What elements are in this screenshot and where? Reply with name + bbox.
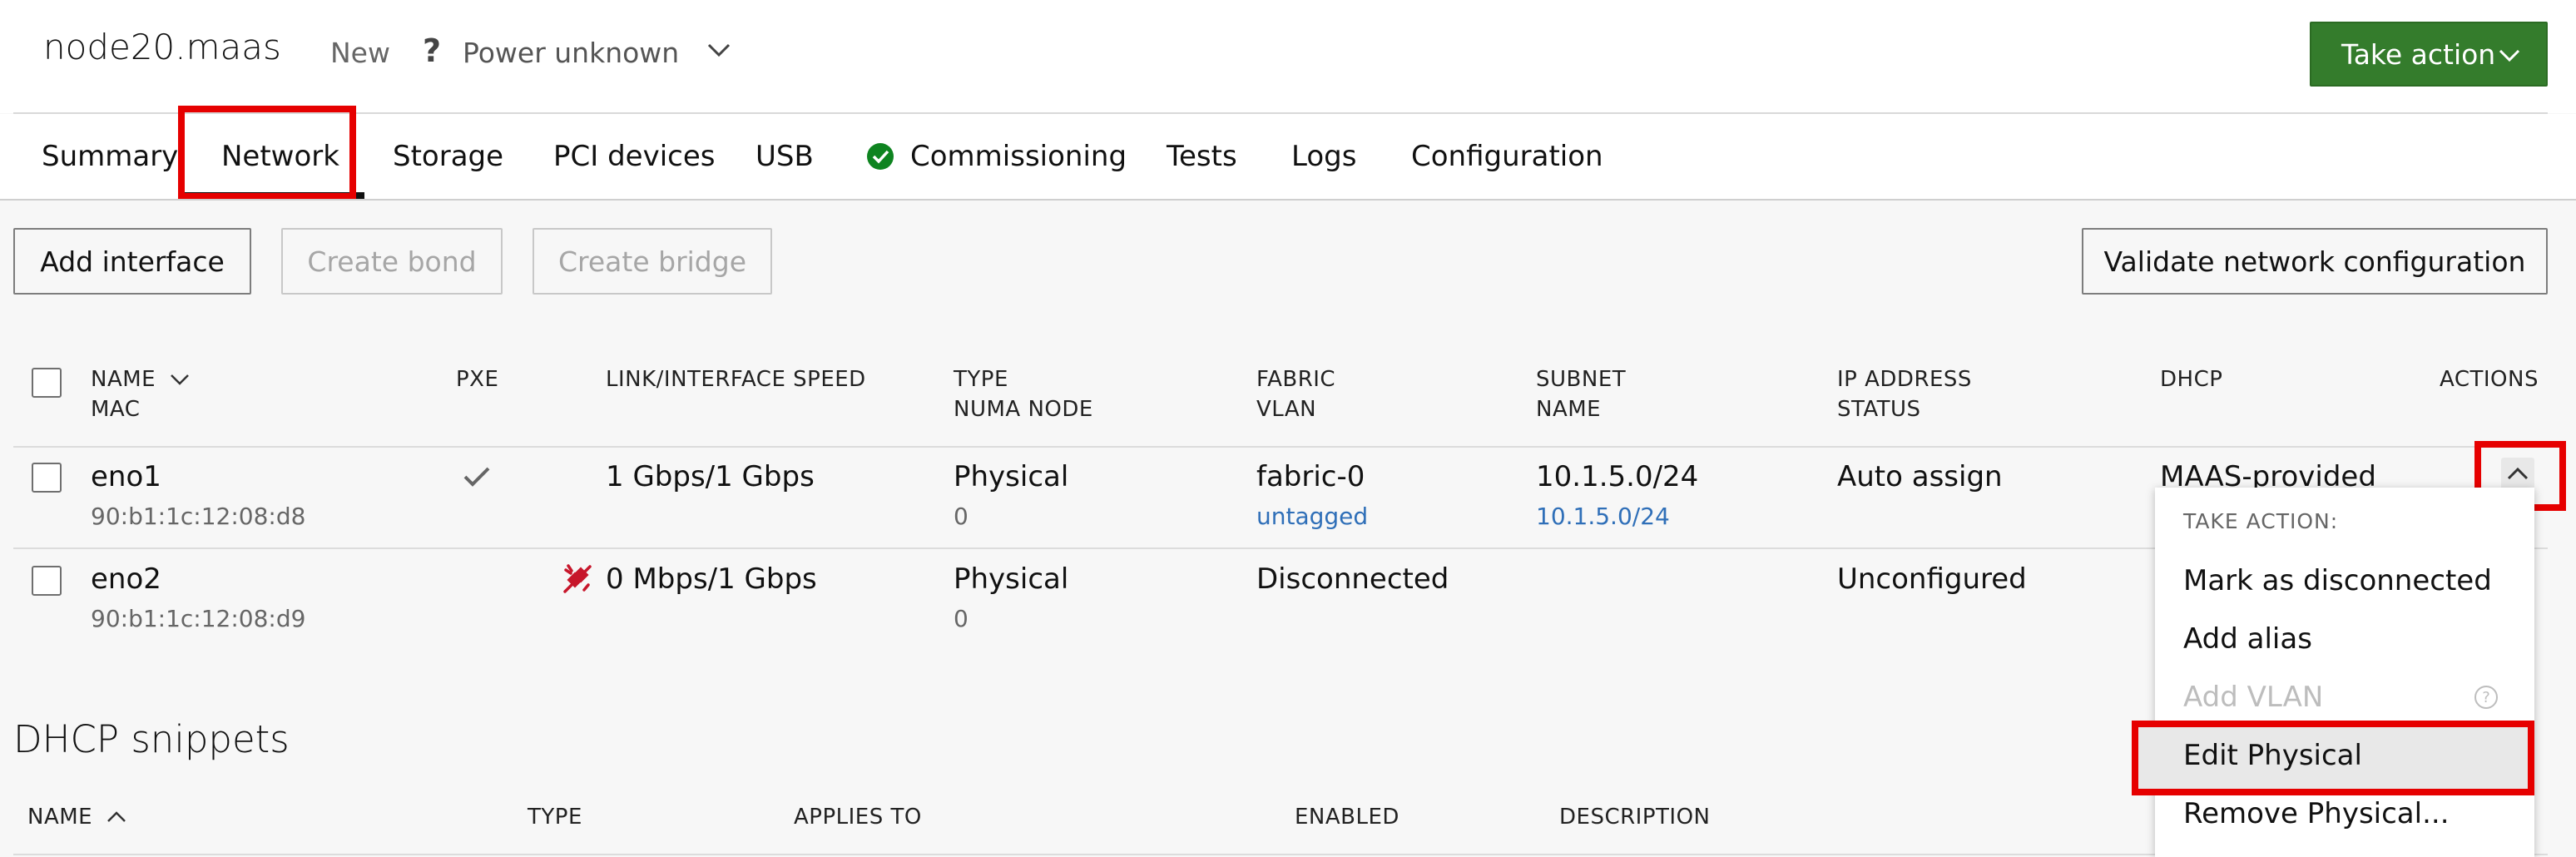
tab-logs[interactable]: Logs: [1291, 140, 1356, 173]
snippets-column-header-description: DESCRIPTION: [1559, 805, 1711, 830]
edit-physical-highlight: [2132, 721, 2534, 795]
svg-text:?: ?: [2482, 689, 2490, 706]
tab-commissioning[interactable]: Commissioning: [910, 140, 1127, 173]
disconnected-plug-icon: [563, 564, 592, 593]
add-interface-button[interactable]: Add interface: [13, 228, 251, 295]
table-header-divider: [13, 446, 2548, 448]
column-header-actions: ACTIONS: [2440, 367, 2539, 392]
column-header-vlan: VLAN: [1256, 397, 1317, 422]
take-action-label: Take action: [2341, 37, 2496, 71]
sort-chevron-down-icon: [170, 374, 189, 385]
fabric: fabric-0: [1256, 460, 1365, 493]
column-header-ip-address: IP ADDRESS: [1837, 367, 1972, 392]
sort-chevron-up-icon: [107, 811, 126, 822]
numa-node: 0: [954, 605, 968, 632]
ip-address: Unconfigured: [1837, 562, 2027, 596]
pxe-check-icon: [463, 467, 490, 487]
take-action-button[interactable]: Take action: [2310, 22, 2548, 87]
snippets-column-header-enabled: ENABLED: [1295, 805, 1399, 830]
check-circle-icon: [867, 143, 894, 170]
column-header-speed: LINK/INTERFACE SPEED: [606, 367, 866, 392]
power-unknown-icon: ?: [423, 32, 442, 69]
column-header-fabric: FABRIC: [1256, 367, 1336, 392]
fabric: Disconnected: [1256, 562, 1449, 596]
interface-name: eno2: [91, 562, 161, 596]
tab-bar: [0, 114, 2576, 201]
snippets-column-header-applies-to: APPLIES TO: [794, 805, 922, 830]
dropdown-header: TAKE ACTION:: [2183, 509, 2339, 533]
tab-tests[interactable]: Tests: [1167, 140, 1237, 173]
subnet: 10.1.5.0/24: [1536, 460, 1699, 493]
tab-storage[interactable]: Storage: [393, 140, 503, 173]
link-speed: 0 Mbps/1 Gbps: [606, 562, 817, 596]
vlan-link[interactable]: untagged: [1256, 503, 1368, 530]
menu-item-add-alias[interactable]: Add alias: [2183, 622, 2312, 656]
create-bridge-button[interactable]: Create bridge: [533, 228, 772, 295]
column-header-numa: NUMA NODE: [954, 397, 1093, 422]
node-status: New: [330, 37, 390, 69]
tab-bar-divider: [0, 199, 2576, 201]
tab-pci-devices[interactable]: PCI devices: [553, 140, 715, 173]
column-header-name[interactable]: NAME: [91, 364, 190, 394]
interface-type: Physical: [954, 562, 1069, 596]
interface-type: Physical: [954, 460, 1069, 493]
power-menu-chevron-down-icon[interactable]: [706, 42, 731, 58]
validate-network-configuration-button[interactable]: Validate network configuration: [2082, 228, 2548, 295]
column-header-type: TYPE: [954, 367, 1008, 392]
tab-summary[interactable]: Summary: [42, 140, 178, 173]
menu-item-mark-as-disconnected[interactable]: Mark as disconnected: [2183, 564, 2492, 597]
column-header-subnet: SUBNET: [1536, 367, 1627, 392]
menu-item-add-vlan[interactable]: Add VLAN: [2183, 681, 2323, 714]
node-title: node20.maas: [43, 27, 281, 67]
interface-mac: 90:b1:1c:12:08:d8: [91, 503, 306, 530]
interface-name: eno1: [91, 460, 161, 493]
snippets-column-header-name[interactable]: NAME: [27, 802, 126, 832]
subnet-name-link[interactable]: 10.1.5.0/24: [1536, 503, 1670, 530]
menu-item-remove-physical[interactable]: Remove Physical...: [2183, 797, 2450, 830]
help-icon[interactable]: ?: [2474, 685, 2499, 710]
column-header-pxe: PXE: [456, 367, 499, 392]
select-all-checkbox[interactable]: [32, 368, 62, 398]
row-checkbox-eno1[interactable]: [32, 463, 62, 493]
column-header-subnet-name: NAME: [1536, 397, 1602, 422]
create-bond-button[interactable]: Create bond: [281, 228, 503, 295]
snippets-column-header-type: TYPE: [528, 805, 582, 830]
dhcp-snippets-title: DHCP snippets: [13, 717, 290, 761]
column-header-mac: MAC: [91, 397, 141, 422]
network-tab-highlight: [178, 106, 356, 200]
row-checkbox-eno2[interactable]: [32, 566, 62, 596]
ip-address: Auto assign: [1837, 460, 2003, 493]
column-header-status: STATUS: [1837, 397, 1921, 422]
numa-node: 0: [954, 503, 968, 530]
tab-configuration[interactable]: Configuration: [1411, 140, 1603, 173]
power-status: Power unknown: [463, 37, 680, 69]
tab-usb[interactable]: USB: [755, 140, 814, 173]
interface-mac: 90:b1:1c:12:08:d9: [91, 605, 306, 632]
chevron-down-icon: [2499, 49, 2520, 62]
link-speed: 1 Gbps/1 Gbps: [606, 460, 815, 493]
column-header-dhcp: DHCP: [2160, 367, 2223, 392]
